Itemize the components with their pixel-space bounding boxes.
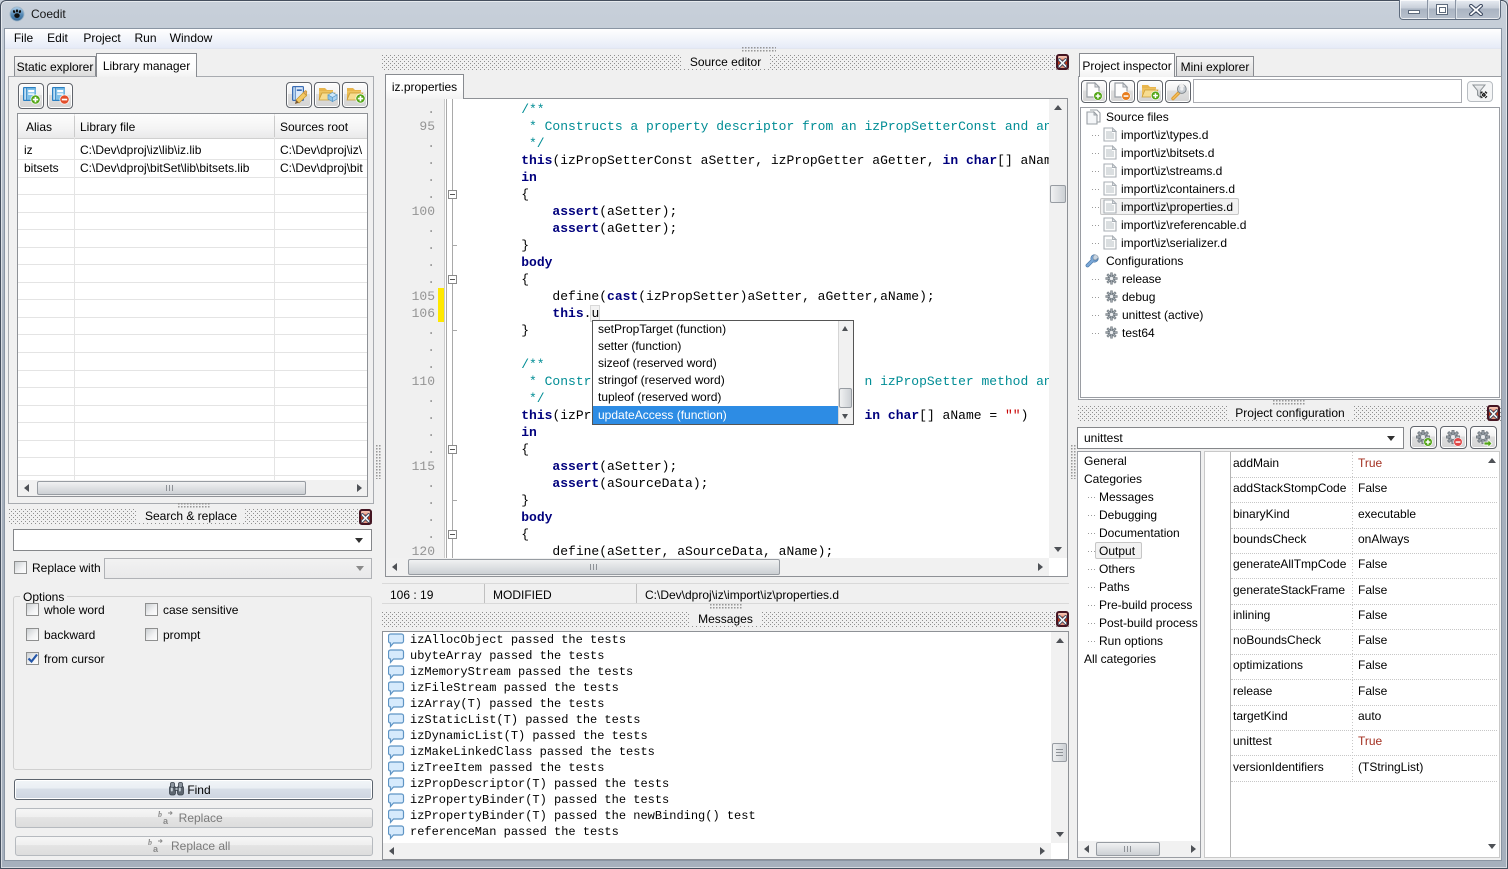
svg-text:a: a [163,816,169,825]
svg-text:b: b [158,810,162,819]
svg-text:a: a [153,844,159,853]
svg-text:b: b [148,838,152,847]
